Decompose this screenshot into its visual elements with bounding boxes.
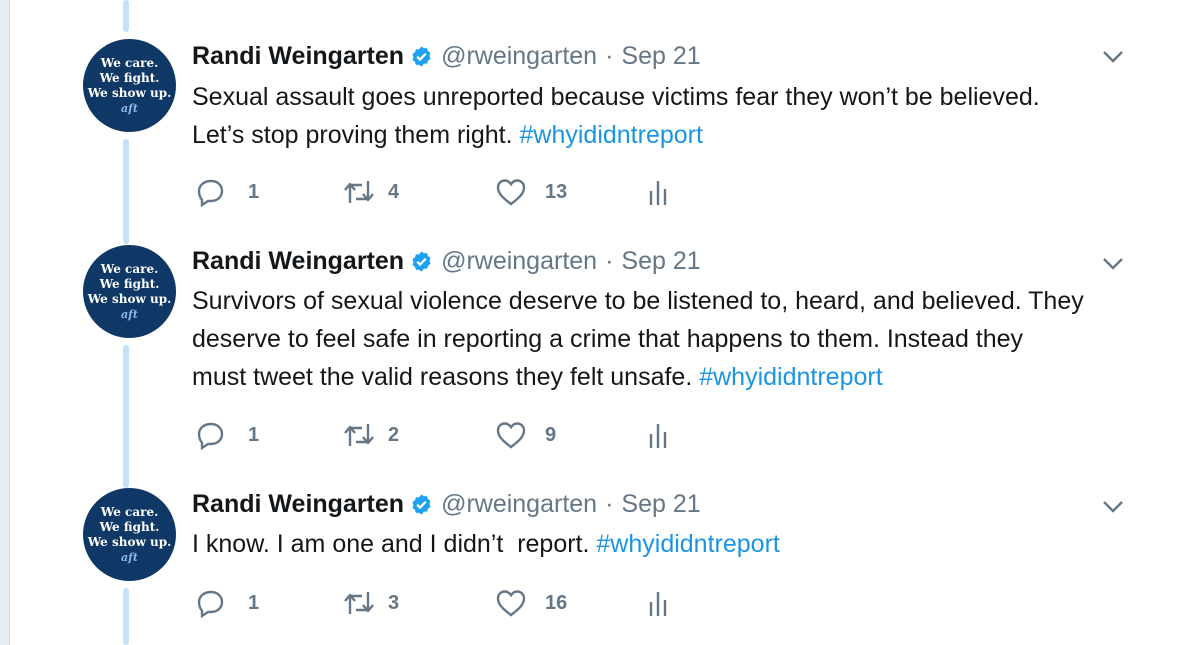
like-count: 16 [545,591,568,614]
avatar-text-line: We fight. [99,520,160,534]
avatar[interactable]: We care. We fight. We show up. aft [83,488,176,581]
retweet-icon [344,592,374,614]
reply-count: 1 [248,591,260,614]
author-handle[interactable]: @rweingarten [441,490,597,519]
avatar-text-line: We care. [100,505,159,519]
hashtag-link[interactable]: #whyididntreport [596,530,779,558]
reply-button[interactable]: 1 [196,586,259,620]
tweet-text: I know. I am one and I didn’t report. #w… [192,525,1152,563]
retweet-button[interactable]: 3 [342,586,399,620]
author-name[interactable]: Randi Weingarten [192,490,404,519]
analytics-icon [649,592,667,616]
analytics-button[interactable] [648,586,668,620]
chevron-down-icon[interactable] [1102,500,1124,514]
reply-icon [197,590,224,618]
avatar-logo: aft [121,551,138,564]
tweet-text-line: I know. I am one and I didn’t report. [192,530,597,558]
tweet-date[interactable]: Sep 21 [621,490,700,519]
tweet-actions: 1 3 16 [192,586,692,620]
tweet-header: Randi Weingarten @rweingarten · Sep 21 [192,488,701,520]
avatar-text-line: We show up. [87,535,172,549]
like-button[interactable]: 16 [495,586,567,620]
tweet[interactable]: We care. We fight. We show up. aft Randi… [0,0,1200,645]
separator-dot: · [605,489,614,518]
like-icon [496,590,526,617]
verified-badge-icon [410,493,433,516]
retweet-count: 3 [388,591,400,614]
